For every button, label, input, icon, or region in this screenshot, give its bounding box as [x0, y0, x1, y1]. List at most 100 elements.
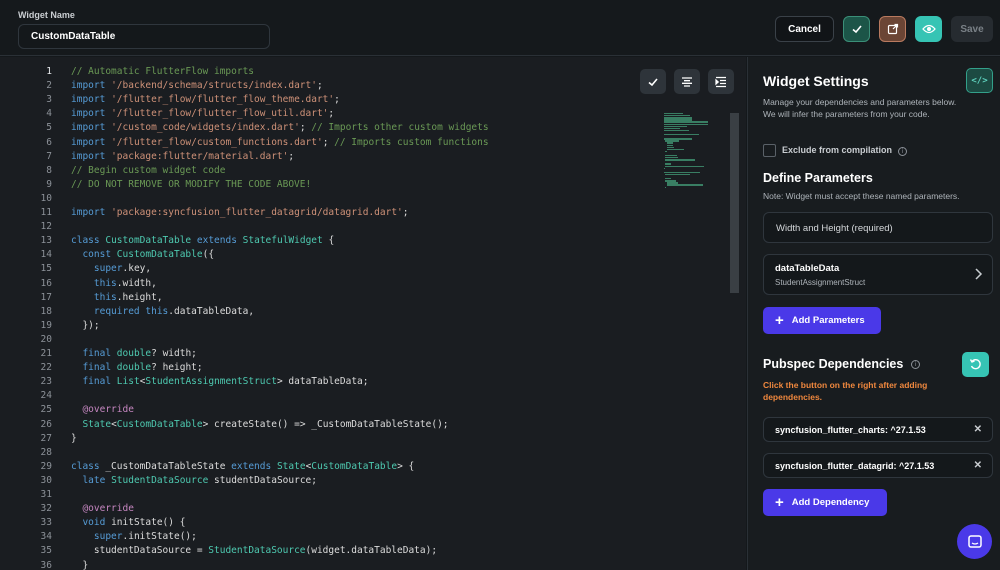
code-line[interactable]: @override [71, 503, 133, 514]
code-line[interactable]: import '/backend/schema/structs/index.da… [71, 80, 323, 91]
refresh-dependencies-button[interactable] [962, 352, 989, 377]
line-number-gutter: 1 2 3 4 5 6 7 8 9 10 11 12 13 14 15 16 17 18 19 20 21 22 23 24 2… [0, 57, 60, 570]
code-line[interactable]: const CustomDataTable({ [71, 249, 214, 260]
minimap-line [664, 167, 665, 169]
code-line[interactable]: } [71, 560, 88, 570]
code-line[interactable]: this.width, [71, 278, 157, 289]
line-number: 11 [40, 207, 52, 218]
widget-name-input[interactable]: CustomDataTable [18, 24, 270, 49]
dependency-label: syncfusion_flutter_charts: ^27.1.53 [775, 425, 926, 435]
width-height-parameter[interactable]: Width and Height (required) [763, 212, 993, 243]
align-center-icon [682, 76, 692, 87]
line-number: 27 [40, 432, 52, 444]
widget-settings-description: Manage your dependencies and parameters … [763, 96, 978, 120]
line-number: 29 [40, 460, 52, 472]
code-icon: </> [971, 75, 988, 86]
line-number: 7 [46, 150, 52, 162]
code-line[interactable]: }); [71, 320, 99, 331]
code-line[interactable]: import '/custom_code/widgets/index.dart'… [71, 122, 489, 133]
line-number: 25 [40, 404, 52, 416]
widget-settings-title: Widget Settings [763, 73, 869, 89]
code-line[interactable]: State<CustomDataTable> createState() => … [71, 419, 448, 430]
eye-icon [921, 24, 936, 34]
line-number: 26 [40, 418, 52, 430]
save-button[interactable]: Save [951, 16, 993, 42]
widget-settings-panel: Widget Settings </> Manage your dependen… [747, 57, 1000, 570]
editor-scroll-thumb[interactable] [730, 113, 739, 293]
line-number: 5 [46, 122, 52, 134]
add-parameters-button[interactable]: + Add Parameters [763, 307, 881, 334]
code-line[interactable]: class CustomDataTable extends StatefulWi… [71, 235, 334, 246]
code-line[interactable]: } [71, 433, 77, 444]
exclude-compilation-checkbox[interactable] [763, 144, 776, 157]
indent-button[interactable] [708, 69, 734, 94]
code-line[interactable]: import 'package:syncfusion_flutter_datag… [71, 207, 409, 218]
line-number: 6 [46, 136, 52, 148]
open-external-icon [887, 23, 898, 35]
minimap-line [664, 134, 700, 136]
dependency-label: syncfusion_flutter_datagrid: ^27.1.53 [775, 461, 935, 471]
add-parameters-label: Add Parameters [791, 315, 865, 326]
code-line[interactable]: // Begin custom widget code [71, 165, 225, 176]
chat-support-button[interactable] [957, 524, 992, 559]
line-number: 8 [46, 164, 52, 176]
check-button[interactable] [843, 16, 870, 42]
line-number: 30 [40, 474, 52, 486]
code-line[interactable]: required this.dataTableData, [71, 306, 254, 317]
code-line[interactable]: studentDataSource = StudentDataSource(wi… [71, 545, 437, 556]
line-number: 22 [40, 362, 52, 374]
code-line[interactable]: late StudentDataSource studentDataSource… [71, 475, 317, 486]
line-number: 3 [46, 94, 52, 106]
description-line-2: We will infer the parameters from your c… [763, 109, 930, 119]
line-number: 21 [40, 348, 52, 359]
parameter-row[interactable]: dataTableData StudentAssignmentStruct [763, 254, 993, 295]
add-dependency-button[interactable]: + Add Dependency [763, 489, 887, 516]
code-line[interactable]: import '/flutter_flow/custom_functions.d… [71, 137, 489, 148]
code-line[interactable]: final double? height; [71, 362, 202, 373]
code-line[interactable]: final double? width; [71, 348, 196, 359]
code-line[interactable]: class _CustomDataTableState extends Stat… [71, 461, 414, 472]
line-number: 17 [40, 291, 52, 303]
exclude-compilation-label: Exclude from compilation [782, 145, 893, 155]
line-number: 18 [40, 305, 52, 317]
plus-icon: + [775, 494, 784, 511]
pubspec-warning: Click the button on the right after addi… [763, 380, 928, 402]
compile-check-button[interactable] [640, 69, 666, 94]
indent-icon [715, 76, 726, 87]
code-line[interactable]: import 'package:flutter/material.dart'; [71, 151, 294, 162]
line-number: 4 [46, 108, 52, 120]
line-number: 34 [40, 531, 52, 543]
line-number: 9 [46, 178, 52, 190]
chat-icon [967, 534, 982, 548]
info-icon[interactable]: i [898, 147, 907, 156]
code-minimap[interactable] [660, 113, 720, 193]
code-line[interactable]: this.height, [71, 292, 163, 303]
code-line[interactable]: // DO NOT REMOVE OR MODIFY THE CODE ABOV… [71, 179, 311, 190]
code-line[interactable]: super.initState(); [71, 531, 197, 542]
code-line[interactable]: @override [71, 404, 133, 415]
check-icon [648, 77, 658, 86]
line-number: 33 [40, 517, 52, 529]
open-external-button[interactable] [879, 16, 906, 42]
line-number: 35 [40, 545, 52, 557]
code-line[interactable]: // Automatic FlutterFlow imports [71, 66, 254, 77]
line-number: 23 [40, 376, 52, 388]
code-line[interactable]: import '/flutter_flow/flutter_flow_util.… [71, 108, 334, 119]
dependency-item: syncfusion_flutter_charts: ^27.1.53 ✕ [763, 417, 993, 442]
line-number: 2 [46, 80, 52, 92]
preview-button[interactable] [915, 16, 942, 42]
format-code-button[interactable] [674, 69, 700, 94]
code-line[interactable]: void initState() { [71, 517, 185, 528]
minimap-line [665, 173, 690, 176]
info-icon[interactable]: i [911, 360, 920, 369]
line-number: 19 [40, 319, 52, 331]
code-editor[interactable]: 1 2 3 4 5 6 7 8 9 10 11 12 13 14 15 16 17 18 19 20 21 22 23 24 2… [0, 57, 746, 570]
code-line[interactable]: final List<StudentAssignmentStruct> data… [71, 376, 368, 387]
remove-icon[interactable]: ✕ [974, 460, 982, 471]
cancel-button[interactable]: Cancel [775, 16, 834, 42]
view-code-button[interactable]: </> [966, 68, 993, 93]
code-line[interactable]: super.key, [71, 263, 151, 274]
editor-scrollbar[interactable] [729, 113, 740, 570]
code-line[interactable]: import '/flutter_flow/flutter_flow_theme… [71, 94, 340, 105]
remove-icon[interactable]: ✕ [974, 424, 982, 435]
